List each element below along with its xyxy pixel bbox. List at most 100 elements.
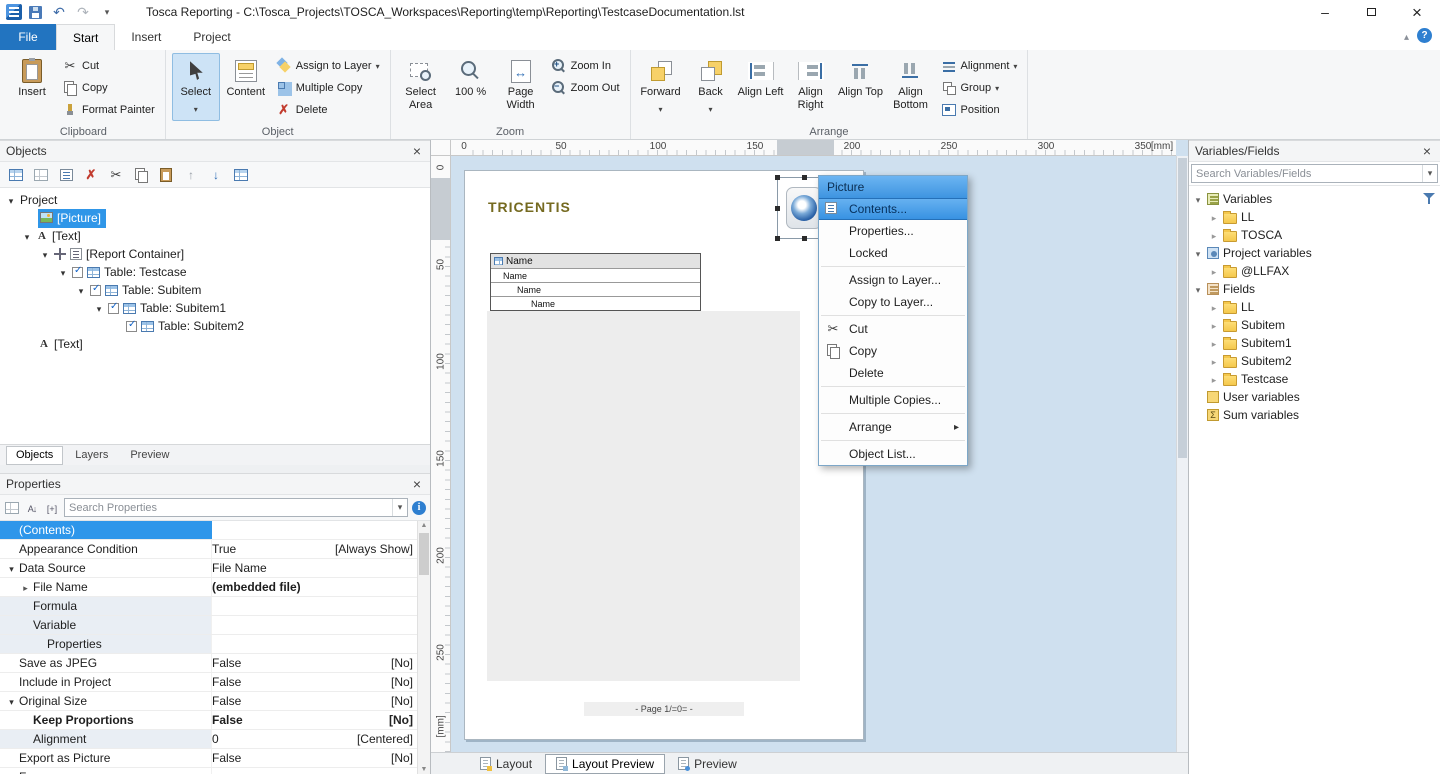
tree-item-llfax[interactable]: @LLFAX [1189, 262, 1440, 280]
properties-scrollbar[interactable] [417, 521, 430, 774]
table-row[interactable]: Name [491, 282, 700, 296]
search-dropdown-icon[interactable] [1422, 165, 1437, 182]
expander-closed-icon[interactable] [1209, 210, 1219, 224]
selection-handle[interactable] [802, 236, 807, 241]
expander-closed-icon[interactable] [20, 580, 31, 594]
alignment-button[interactable]: Alignment [937, 56, 1022, 76]
report-table-object[interactable]: Name Name Name Name [490, 253, 701, 311]
table-row[interactable]: Name [491, 268, 700, 282]
page-logo-text[interactable]: TRICENTIS [488, 199, 571, 215]
object-list-button[interactable] [58, 167, 74, 183]
close-button[interactable] [1394, 0, 1440, 24]
checkbox-checked-icon[interactable] [72, 267, 83, 278]
zoom-out-button[interactable]: Zoom Out [547, 78, 624, 98]
property-row-frame[interactable]: Frame [0, 768, 417, 774]
menu-item-cut[interactable]: Cut [819, 318, 967, 340]
property-row-formula[interactable]: Formula [0, 597, 417, 616]
tree-item-table-subitem1[interactable]: Table: Subitem1 [0, 299, 430, 317]
tree-item-table-subitem[interactable]: Table: Subitem [0, 281, 430, 299]
select-button[interactable]: Select [172, 53, 220, 121]
tab-preview-mini[interactable]: Preview [120, 446, 179, 465]
categorize-button[interactable] [4, 500, 20, 516]
property-row-include-in-project[interactable]: Include in Project False [No] [0, 673, 417, 692]
expander-closed-icon[interactable] [1209, 354, 1219, 368]
page-footer-text[interactable]: - Page 1/=0= - [584, 702, 744, 716]
expander-closed-icon[interactable] [1209, 336, 1219, 350]
paste-object-button[interactable] [158, 167, 174, 183]
property-row-variable[interactable]: Variable [0, 616, 417, 635]
selection-handle[interactable] [775, 206, 780, 211]
tree-item-table-subitem2[interactable]: Table: Subitem2 [0, 317, 430, 335]
edit-grid-button[interactable] [233, 167, 249, 183]
menu-item-properties[interactable]: Properties... [819, 220, 967, 242]
expander-open-icon[interactable] [76, 283, 86, 297]
new-table-button[interactable] [8, 167, 24, 183]
checkbox-checked-icon[interactable] [108, 303, 119, 314]
tree-item-subitem2[interactable]: Subitem2 [1189, 352, 1440, 370]
tree-item-sum-variables[interactable]: Sum variables [1189, 406, 1440, 424]
minimize-button[interactable] [1302, 0, 1348, 24]
info-icon[interactable] [412, 501, 426, 515]
move-down-button[interactable] [208, 167, 224, 183]
menu-item-copy-to-layer[interactable]: Copy to Layer... [819, 291, 967, 313]
report-container-region[interactable] [487, 311, 800, 681]
menu-item-contents[interactable]: Contents... [819, 198, 967, 220]
sort-button[interactable] [24, 500, 40, 516]
expander-closed-icon[interactable] [1209, 318, 1219, 332]
position-button[interactable]: Position [937, 100, 1022, 120]
property-row-data-source[interactable]: Data Source File Name [0, 559, 417, 578]
tab-preview[interactable]: Preview [667, 754, 748, 774]
tab-insert[interactable]: Insert [115, 24, 177, 50]
property-row-appearance-condition[interactable]: Appearance Condition True [Always Show] [0, 540, 417, 559]
property-row-contents[interactable]: (Contents) [0, 521, 417, 540]
tree-item-text-2[interactable]: [Text] [0, 335, 430, 353]
page-width-button[interactable]: Page Width [497, 53, 545, 121]
scrollbar-thumb[interactable] [1178, 158, 1187, 458]
properties-search-input[interactable] [65, 500, 392, 515]
expander-open-icon[interactable] [22, 229, 32, 243]
tree-item-fields[interactable]: Fields [1189, 280, 1440, 298]
tab-file[interactable]: File [0, 24, 56, 50]
close-icon[interactable] [410, 143, 424, 159]
expand-all-button[interactable] [44, 500, 60, 516]
expander-open-icon[interactable] [6, 694, 17, 708]
tree-item-text-1[interactable]: [Text] [0, 227, 430, 245]
redo-button[interactable] [72, 2, 94, 22]
tree-item-table-testcase[interactable]: Table: Testcase [0, 263, 430, 281]
delete-button[interactable]: Delete [272, 100, 384, 120]
filter-icon[interactable] [1423, 192, 1435, 204]
expander-open-icon[interactable] [40, 247, 50, 261]
tree-item-project[interactable]: Project [0, 191, 430, 209]
property-row-save-as-jpeg[interactable]: Save as JPEG False [No] [0, 654, 417, 673]
cut-object-button[interactable] [108, 167, 124, 183]
move-up-button[interactable] [183, 167, 199, 183]
tree-item-user-variables[interactable]: User variables [1189, 388, 1440, 406]
tree-item-testcase[interactable]: Testcase [1189, 370, 1440, 388]
save-button[interactable] [24, 2, 46, 22]
report-page[interactable]: TRICENTIS Name Name Name Name - Page 1/=… [464, 170, 864, 740]
selection-handle[interactable] [775, 236, 780, 241]
align-bottom-button[interactable]: Align Bottom [887, 53, 935, 121]
tab-start[interactable]: Start [56, 24, 115, 50]
tab-layers[interactable]: Layers [65, 446, 118, 465]
tree-item-picture[interactable]: [Picture] [0, 209, 430, 227]
tree-item-report-container[interactable]: [Report Container] [0, 245, 430, 263]
tree-item-tosca[interactable]: TOSCA [1189, 226, 1440, 244]
panel-splitter[interactable] [0, 465, 430, 473]
close-icon[interactable] [1420, 143, 1434, 159]
align-left-button[interactable]: Align Left [737, 53, 785, 121]
format-painter-button[interactable]: Format Painter [58, 100, 159, 120]
property-row-original-size[interactable]: Original Size False [No] [0, 692, 417, 711]
property-row-properties[interactable]: Properties [0, 635, 417, 654]
checkbox-checked-icon[interactable] [90, 285, 101, 296]
copy-object-button[interactable] [133, 167, 149, 183]
align-top-button[interactable]: Align Top [837, 53, 885, 121]
tree-item-ll[interactable]: LL [1189, 208, 1440, 226]
multiple-copy-button[interactable]: Multiple Copy [272, 78, 384, 98]
canvas-vertical-scrollbar[interactable] [1176, 156, 1188, 752]
menu-item-multiple-copies[interactable]: Multiple Copies... [819, 389, 967, 411]
help-icon[interactable] [1417, 28, 1432, 43]
expander-open-icon[interactable] [1193, 246, 1203, 260]
property-row-file-name[interactable]: File Name (embedded file) [0, 578, 417, 597]
maximize-button[interactable] [1348, 0, 1394, 24]
